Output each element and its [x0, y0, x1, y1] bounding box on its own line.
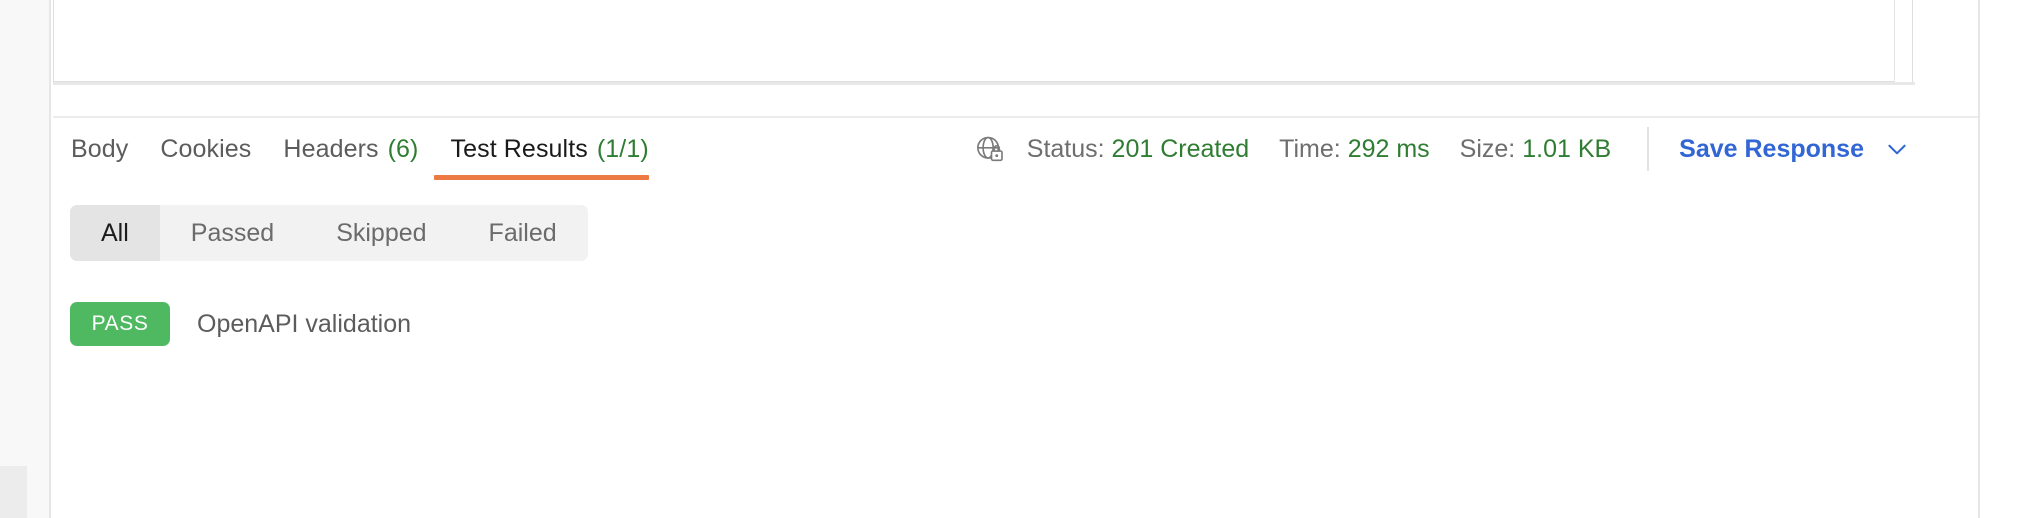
tab-cookies-label: Cookies [160, 134, 252, 163]
tab-headers-count: (6) [387, 134, 419, 163]
test-results-list: PASS OpenAPI validation [70, 302, 1958, 346]
tab-test-results-count: (1/1) [596, 134, 649, 163]
save-response-label: Save Response [1679, 134, 1864, 163]
response-tab-list: Body Cookies Headers (6) Test Results (1… [71, 118, 665, 180]
right-gutter [1978, 0, 2018, 518]
tab-headers[interactable]: Headers (6) [267, 118, 434, 180]
chevron-down-icon[interactable] [1884, 136, 1910, 162]
tab-headers-label: Headers [283, 134, 379, 163]
test-result-row[interactable]: PASS OpenAPI validation [70, 302, 1958, 346]
time-value: 292 ms [1347, 134, 1430, 163]
tab-test-results[interactable]: Test Results (1/1) [434, 118, 664, 180]
filter-all[interactable]: All [70, 205, 160, 261]
status-badge: PASS [70, 302, 170, 346]
response-body-scrollbar[interactable] [1894, 0, 1912, 82]
response-meta: Status: 201 Created Time: 292 ms Size: 1… [975, 118, 1978, 180]
response-body-box-shadow [53, 82, 1915, 85]
filter-passed-label: Passed [190, 218, 275, 247]
status-label: Status: [1026, 134, 1105, 163]
tab-body[interactable]: Body [71, 118, 144, 180]
size-indicator: Size: 1.01 KB [1460, 135, 1612, 164]
tab-test-results-label: Test Results [450, 134, 588, 163]
tab-body-label: Body [71, 134, 129, 163]
save-response-button[interactable]: Save Response [1679, 135, 1910, 164]
gutter-marker [0, 466, 27, 518]
left-gutter [0, 0, 51, 518]
tab-cookies[interactable]: Cookies [144, 118, 267, 180]
status-value: 201 Created [1111, 134, 1250, 163]
test-filter-group: All Passed Skipped Failed [70, 205, 588, 261]
test-result-name: OpenAPI validation [197, 309, 412, 338]
filter-all-label: All [101, 218, 129, 247]
time-indicator: Time: 292 ms [1279, 135, 1430, 164]
response-body-box[interactable] [53, 0, 1913, 82]
meta-separator [1647, 127, 1650, 171]
response-tabbar: Body Cookies Headers (6) Test Results (1… [53, 118, 1978, 180]
filter-failed-label: Failed [488, 218, 557, 247]
filter-failed[interactable]: Failed [458, 205, 588, 261]
filter-skipped-label: Skipped [336, 218, 427, 247]
response-panel: Body Cookies Headers (6) Test Results (1… [0, 0, 2018, 518]
globe-lock-icon [976, 136, 1003, 162]
size-label: Size: [1459, 134, 1516, 163]
status-indicator: Status: 201 Created [1027, 135, 1249, 164]
filter-skipped[interactable]: Skipped [305, 205, 457, 261]
filter-passed[interactable]: Passed [160, 205, 305, 261]
size-value: 1.01 KB [1522, 134, 1612, 163]
time-label: Time: [1279, 134, 1341, 163]
